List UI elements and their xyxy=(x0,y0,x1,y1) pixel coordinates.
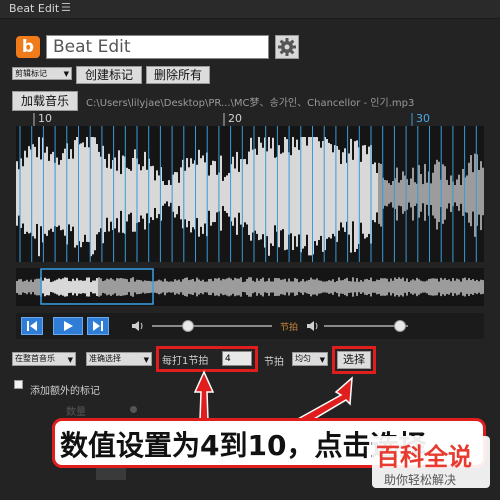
watermark-subtitle: 助你轻松解决 xyxy=(384,473,457,487)
watermark-title: 百科全说 xyxy=(376,443,472,471)
